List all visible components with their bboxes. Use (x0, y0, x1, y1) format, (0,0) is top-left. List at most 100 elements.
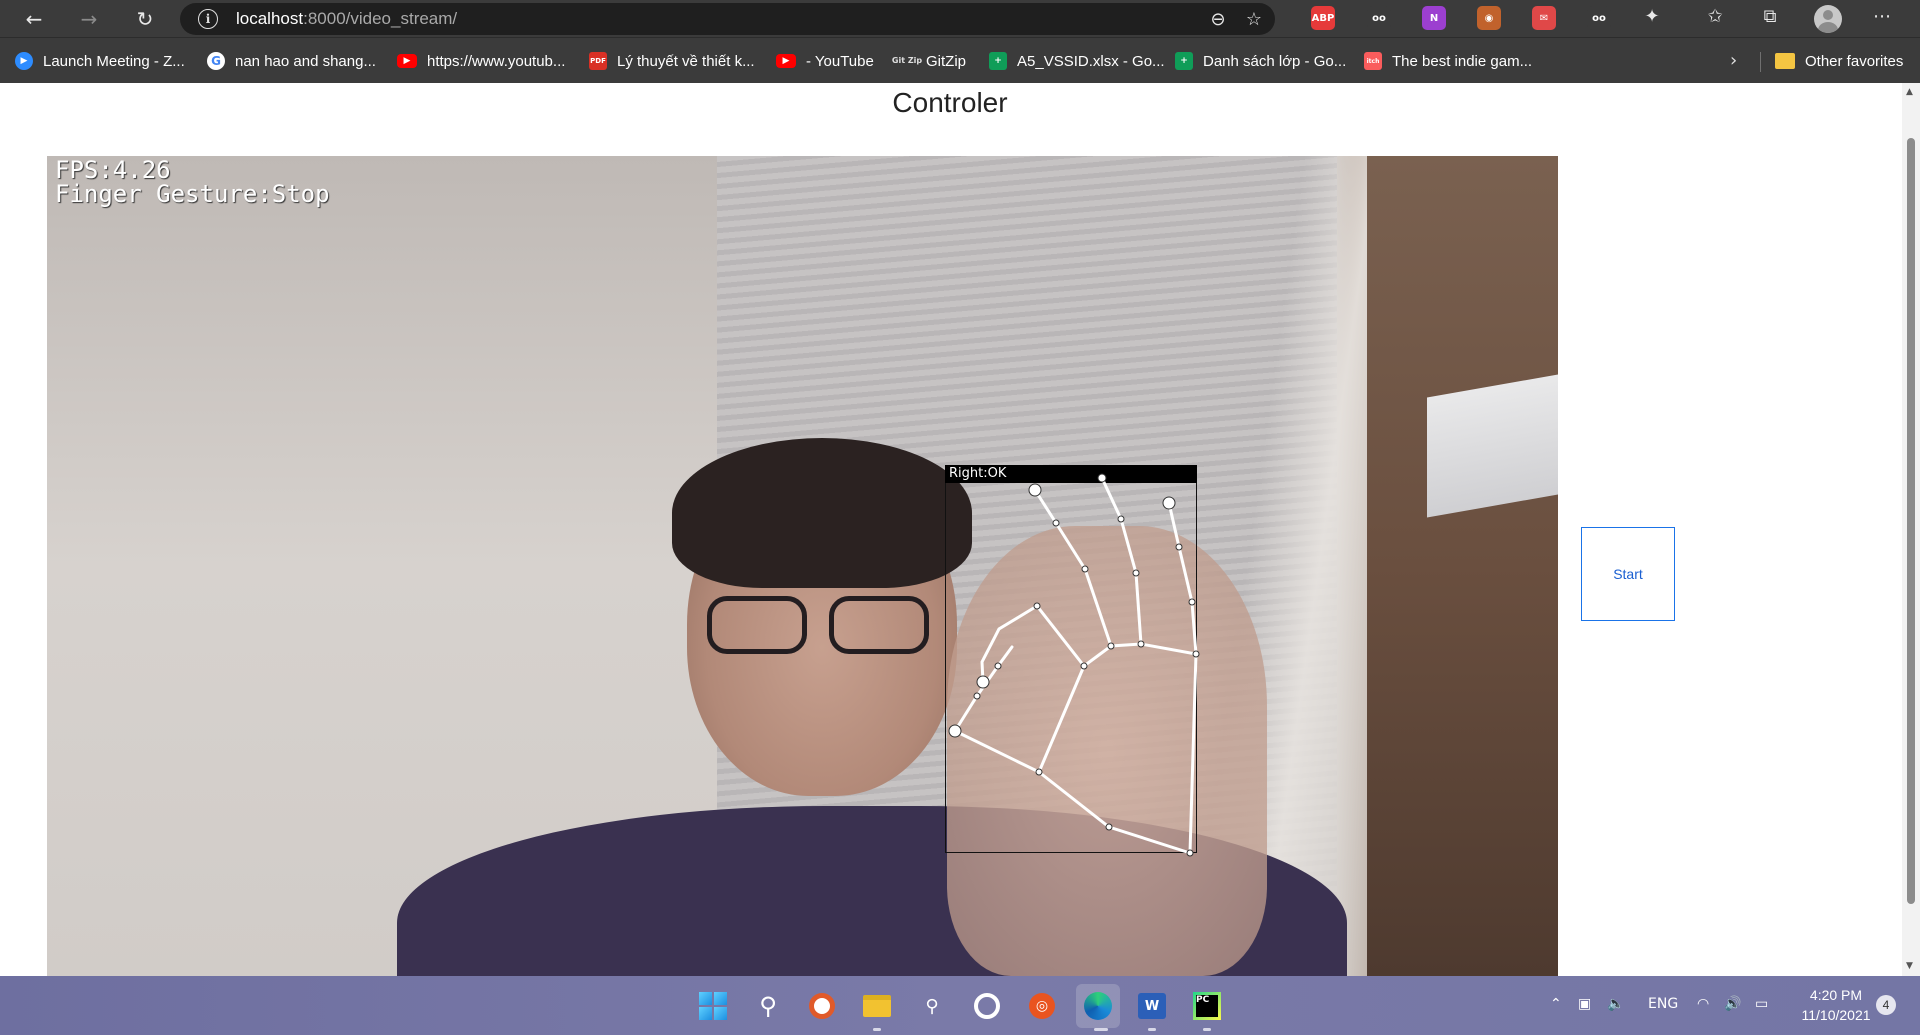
pdf-favicon-icon: PDF (589, 52, 607, 70)
skeleton-wrist-line (1037, 770, 1192, 855)
landmark-pinky-tip (1162, 496, 1176, 510)
file-explorer-indicator (873, 1028, 881, 1031)
circle-app-icon[interactable] (971, 990, 1003, 1022)
profile-avatar[interactable] (1814, 5, 1842, 33)
favorite-item[interactable]: + A5_VSSID.xlsx - Go... (989, 50, 1165, 72)
url-path: :8000/video_stream/ (303, 9, 458, 28)
adblock-plus-icon[interactable]: ABP (1311, 6, 1335, 30)
ubuntu-icon[interactable]: ◎ (1026, 990, 1058, 1022)
show-hidden-icons-chevron-icon[interactable]: ⌃ (1550, 996, 1562, 1012)
favorite-label: Lý thuyết về thiết k... (617, 52, 755, 70)
cookie-icon[interactable]: ◉ (1477, 6, 1501, 30)
onenote-icon[interactable]: N (1422, 6, 1446, 30)
landmark-middle-tip (1028, 483, 1042, 497)
favorite-item[interactable]: + Danh sách lớp - Go... (1175, 50, 1346, 72)
landmark-index-tip (976, 675, 990, 689)
zoom-icon[interactable]: ⊖ (1206, 7, 1230, 31)
scroll-down-arrow-icon[interactable]: ▼ (1906, 961, 1916, 971)
page-scrollbar[interactable]: ▲ ▼ (1902, 83, 1920, 976)
favorite-label: Danh sách lớp - Go... (1203, 52, 1347, 70)
taskbar-clock[interactable]: 4:20 PM 11/10/2021 (1796, 985, 1876, 1025)
windows-start-icon[interactable] (697, 990, 729, 1022)
site-info-icon[interactable]: i (198, 9, 218, 29)
google-favicon-icon: G (207, 52, 225, 70)
tray-speaker-icon[interactable]: 🔈 (1607, 996, 1624, 1012)
favorite-label: The best indie gam... (1392, 52, 1533, 70)
red-extension-icon[interactable]: ✉ (1532, 6, 1556, 30)
favorites-overflow-chevron-icon[interactable]: › (1730, 50, 1737, 71)
tray-app-icon[interactable]: ▣ (1578, 996, 1591, 1012)
word-icon[interactable]: W (1136, 990, 1168, 1022)
refresh-icon[interactable]: ↻ (131, 5, 159, 33)
favorite-item[interactable]: ▶ Launch Meeting - Z... (15, 50, 185, 72)
yt-favicon-icon: ▶ (776, 54, 796, 68)
clock-time: 4:20 PM (1809, 987, 1863, 1003)
wifi-icon[interactable]: ◠ (1697, 996, 1709, 1012)
pycharm-indicator (1203, 1028, 1211, 1031)
video-stream: FPS:4.26 Finger Gesture:Stop Right:OK (47, 156, 1558, 976)
favorite-item[interactable]: itch The best indie gam... (1364, 50, 1532, 72)
landmark-joint (1080, 662, 1088, 670)
sheet-favicon-icon: + (989, 52, 1007, 70)
landmark-joint (1188, 598, 1196, 606)
extensions-puzzle-icon[interactable]: ✦ (1640, 4, 1664, 28)
favorites-bar: ▶ Launch Meeting - Z... Gnan hao and shang… (0, 37, 1920, 83)
skeleton-pinky-line (1167, 501, 1198, 656)
notification-badge[interactable]: 4 (1876, 995, 1896, 1015)
favorite-label: Launch Meeting - Z... (43, 52, 185, 70)
collections-icon[interactable]: ⧉ (1758, 4, 1782, 28)
scroll-up-arrow-icon[interactable]: ▲ (1906, 87, 1916, 97)
landmark-joint (1117, 515, 1125, 523)
landmark-joint (1175, 543, 1183, 551)
start-button[interactable]: Start (1581, 527, 1675, 621)
skeleton-middle-line (1033, 488, 1113, 648)
word-indicator (1148, 1028, 1156, 1031)
add-favorite-icon[interactable]: ☆ (1242, 7, 1266, 31)
more-menu-icon[interactable]: ⋯ (1870, 4, 1894, 28)
skeleton-ring-line (1100, 476, 1143, 646)
favorites-divider (1760, 52, 1761, 72)
hand-landmark-skeleton (948, 473, 1200, 857)
media-player-icon[interactable] (806, 990, 838, 1022)
back-arrow-icon[interactable]: ← (20, 5, 48, 33)
yt-favicon-icon: ▶ (397, 54, 417, 68)
favorite-item[interactable]: ▶ https://www.youtub... (397, 50, 565, 72)
landmark-joint (1137, 640, 1145, 648)
edge-browser-icon[interactable] (1076, 984, 1120, 1028)
itch-favicon-icon: itch (1364, 52, 1382, 70)
reader-icon[interactable]: oo (1587, 6, 1611, 30)
favorite-label: nan hao and shang... (235, 52, 376, 70)
scroll-thumb[interactable] (1907, 138, 1915, 904)
favorite-item[interactable]: Git Zip GitZip (892, 50, 967, 72)
landmark-joint (1081, 565, 1089, 573)
zoom-favicon-icon: ▶ (15, 52, 33, 70)
file-explorer-icon[interactable] (861, 990, 893, 1022)
forward-arrow-icon[interactable]: → (75, 5, 103, 33)
favorite-item[interactable]: PDF Lý thuyết về thiết k... (589, 50, 755, 72)
volume-icon[interactable]: 🔊 (1724, 996, 1741, 1012)
favorites-icon[interactable]: ✩ (1703, 4, 1727, 28)
clock-date: 11/10/2021 (1801, 1007, 1871, 1023)
favorite-item[interactable]: ▶ - YouTube (776, 50, 874, 72)
favorites-other-folder[interactable]: Other favorites (1775, 50, 1903, 72)
browser-toolbar: ← → ↻ i localhost:8000/video_stream/ ⊖ ☆… (0, 0, 1920, 37)
landmark-wrist (1186, 849, 1194, 857)
landmark-joint (1052, 519, 1060, 527)
search-icon[interactable]: ⚲ (752, 990, 784, 1022)
favorite-item[interactable]: Gnan hao and shang... (207, 50, 376, 72)
battery-icon[interactable]: ▭ (1755, 996, 1768, 1012)
spy-glasses-icon[interactable]: oo (1367, 6, 1391, 30)
favorite-label: GitZip (926, 52, 967, 70)
landmark-joint (1107, 642, 1115, 650)
sheet-favicon-icon: + (1175, 52, 1193, 70)
landmark-joint (1192, 650, 1200, 658)
url-text[interactable]: localhost:8000/video_stream/ (236, 9, 457, 29)
favorite-label: A5_VSSID.xlsx - Go... (1017, 52, 1165, 70)
pycharm-icon[interactable]: PC (1191, 990, 1223, 1022)
landmark-thumb-tip (948, 724, 962, 738)
favorite-label: https://www.youtub... (427, 52, 566, 70)
landmark-joint (1105, 823, 1113, 831)
language-indicator[interactable]: ENG (1648, 996, 1678, 1012)
search-app-icon[interactable]: ⚲ (916, 990, 948, 1022)
address-bar[interactable]: i localhost:8000/video_stream/ ⊖ ☆ (180, 3, 1275, 35)
